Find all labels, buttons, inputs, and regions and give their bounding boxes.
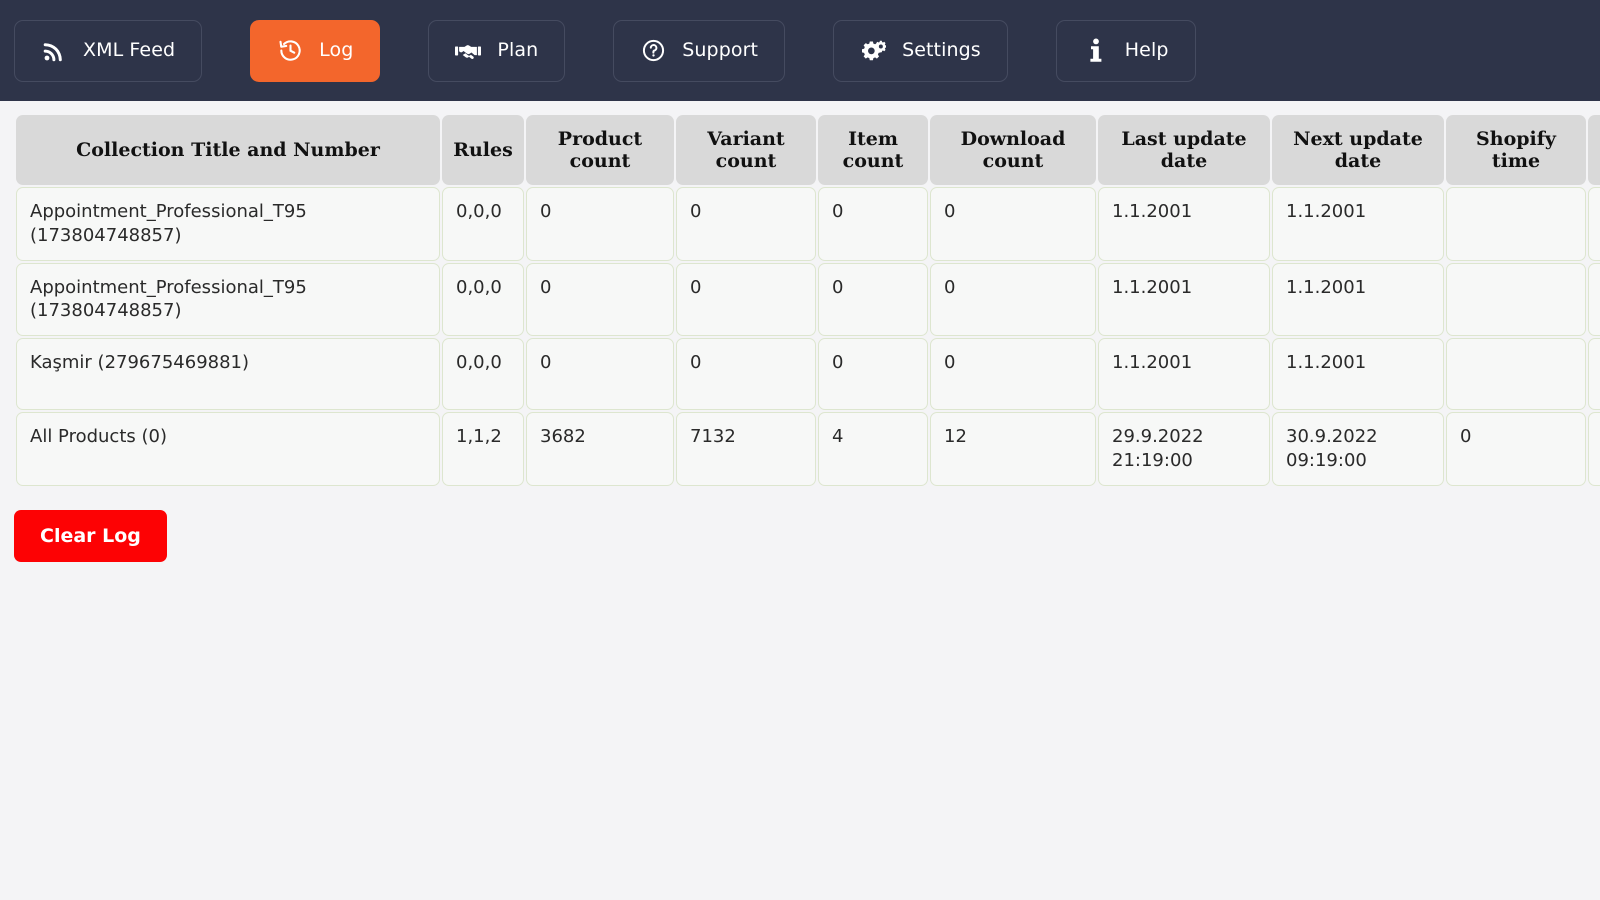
cell-item-count: 0 xyxy=(818,338,928,410)
cell-product-count: 0 xyxy=(526,187,674,261)
column-header-rules: Rules xyxy=(442,115,524,185)
cell-product-count: 0 xyxy=(526,262,674,336)
cell-extra xyxy=(1588,187,1600,261)
nav-item-label: Settings xyxy=(902,39,981,61)
column-header-next-update-date: Next update date xyxy=(1272,115,1444,185)
cell-product-count: 0 xyxy=(526,338,674,410)
cell-collection-title: Appointment_Professional_T95 (1738047488… xyxy=(16,187,440,261)
cell-rules: 1,1,2 xyxy=(442,412,524,486)
cell-rules: 0,0,0 xyxy=(442,187,524,261)
nav-item-xml-feed[interactable]: XML Feed xyxy=(14,19,203,82)
cell-variant-count: 0 xyxy=(676,262,816,336)
cell-shopify-time xyxy=(1446,187,1586,261)
cell-product-count: 3682 xyxy=(526,412,674,486)
nav-item-log[interactable]: Log xyxy=(250,19,381,82)
cell-next-update-date: 1.1.2001 xyxy=(1272,187,1444,261)
gears-icon xyxy=(860,38,887,64)
cell-last-update-date: 1.1.2001 xyxy=(1098,338,1270,410)
cell-collection-title: Appointment_Professional_T95 (1738047488… xyxy=(16,262,440,336)
log-table-container: Collection Title and Number Rules Produc… xyxy=(0,101,1600,488)
column-header-variant-count: Variant count xyxy=(676,115,816,185)
cell-last-update-date: 1.1.2001 xyxy=(1098,187,1270,261)
table-row: Kaşmir (279675469881) 0,0,0 0 0 0 0 1.1.… xyxy=(16,338,1600,410)
cell-item-count: 4 xyxy=(818,412,928,486)
column-header-product-count: Product count xyxy=(526,115,674,185)
nav-item-label: Support xyxy=(682,39,759,61)
nav-item-settings[interactable]: Settings xyxy=(833,19,1008,82)
cell-variant-count: 0 xyxy=(676,187,816,261)
nav-item-label: Help xyxy=(1124,39,1169,61)
top-navigation-bar: XML Feed Log Plan Support Settings Help xyxy=(0,0,1600,101)
column-header-shopify-time: Shopify time xyxy=(1446,115,1586,185)
cell-rules: 0,0,0 xyxy=(442,338,524,410)
cell-download-count: 0 xyxy=(930,187,1096,261)
table-row: Appointment_Professional_T95 (1738047488… xyxy=(16,187,1600,261)
column-header-item-count: Item count xyxy=(818,115,928,185)
handshake-icon xyxy=(455,38,482,64)
cell-download-count: 0 xyxy=(930,338,1096,410)
cell-next-update-date: 1.1.2001 xyxy=(1272,338,1444,410)
cell-rules: 0,0,0 xyxy=(442,262,524,336)
table-row: Appointment_Professional_T95 (1738047488… xyxy=(16,262,1600,336)
nav-item-label: Plan xyxy=(497,39,539,61)
nav-item-help[interactable]: Help xyxy=(1055,19,1196,82)
cell-next-update-date: 1.1.2001 xyxy=(1272,262,1444,336)
history-clock-icon xyxy=(277,38,303,64)
cell-download-count: 12 xyxy=(930,412,1096,486)
log-table: Collection Title and Number Rules Produc… xyxy=(14,113,1600,488)
cell-shopify-time: 0 xyxy=(1446,412,1586,486)
cell-extra xyxy=(1588,338,1600,410)
cell-item-count: 0 xyxy=(818,262,928,336)
question-circle-icon xyxy=(640,38,666,64)
cell-download-count: 0 xyxy=(930,262,1096,336)
nav-item-plan[interactable]: Plan xyxy=(428,19,566,82)
cell-variant-count: 0 xyxy=(676,338,816,410)
cell-collection-title: Kaşmir (279675469881) xyxy=(16,338,440,410)
cell-last-update-date: 1.1.2001 xyxy=(1098,262,1270,336)
cell-collection-title: All Products (0) xyxy=(16,412,440,486)
cell-next-update-date: 30.9.2022 09:19:00 xyxy=(1272,412,1444,486)
column-header-collection-title: Collection Title and Number xyxy=(16,115,440,185)
rss-icon xyxy=(41,38,67,64)
nav-item-label: XML Feed xyxy=(83,39,176,61)
cell-extra xyxy=(1588,262,1600,336)
cell-last-update-date: 29.9.2022 21:19:00 xyxy=(1098,412,1270,486)
clear-log-button[interactable]: Clear Log xyxy=(14,509,167,562)
cell-shopify-time xyxy=(1446,262,1586,336)
nav-item-support[interactable]: Support xyxy=(613,19,786,82)
table-header-row: Collection Title and Number Rules Produc… xyxy=(16,115,1600,185)
table-row: All Products (0) 1,1,2 3682 7132 4 12 29… xyxy=(16,412,1600,486)
cell-shopify-time xyxy=(1446,338,1586,410)
nav-item-label: Log xyxy=(319,39,354,61)
cell-extra xyxy=(1588,412,1600,486)
column-header-download-count: Download count xyxy=(930,115,1096,185)
column-header-last-update-date: Last update date xyxy=(1098,115,1270,185)
cell-item-count: 0 xyxy=(818,187,928,261)
cell-variant-count: 7132 xyxy=(676,412,816,486)
actions-bar: Clear Log xyxy=(0,488,1600,562)
info-icon xyxy=(1083,38,1109,64)
column-header-extra xyxy=(1588,115,1600,185)
